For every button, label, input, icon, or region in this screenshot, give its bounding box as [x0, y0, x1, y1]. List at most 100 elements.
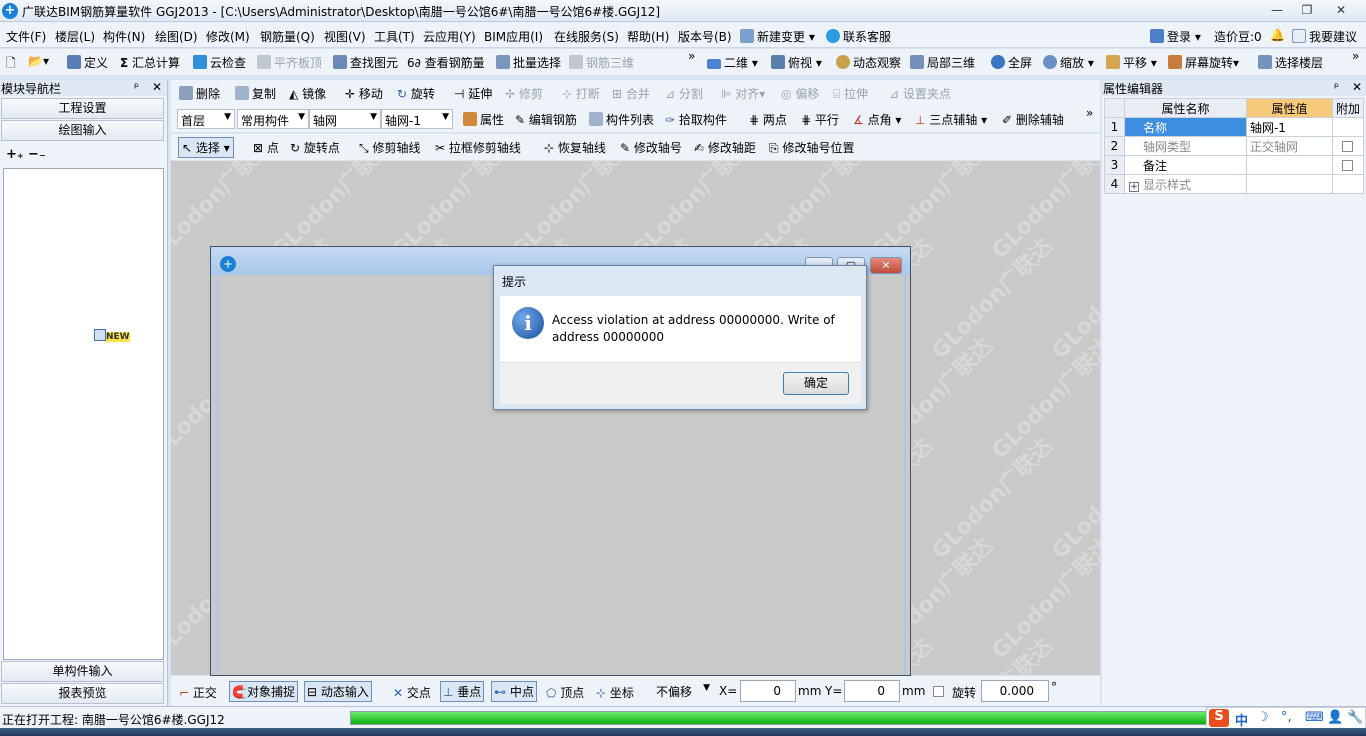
contact-service-button[interactable]: 联系客服	[826, 28, 891, 45]
midpoint-snap[interactable]: ⊷ 中点	[491, 681, 537, 702]
menu-version[interactable]: 版本号(B)	[678, 28, 732, 45]
pin-icon[interactable]: ᵖ	[134, 80, 139, 94]
vertex-snap[interactable]: ⬠ 顶点	[546, 684, 584, 701]
category-select[interactable]: 常用构件 ▼	[237, 109, 309, 129]
merge-button[interactable]: ⊞ 合并	[612, 85, 650, 102]
delete-button[interactable]: 删除	[179, 85, 220, 102]
menu-rebar[interactable]: 钢筋量(Q)	[260, 28, 315, 45]
close-icon[interactable]: ✕	[1352, 80, 1362, 94]
view-2d-dropdown[interactable]: 二维 ▾	[707, 54, 758, 71]
child-close-button[interactable]: ✕	[870, 257, 902, 274]
instance-select[interactable]: 轴网-1 ▼	[381, 109, 453, 129]
parallel-button[interactable]: ⋕ 平行	[801, 111, 839, 128]
x-coordinate-input[interactable]: 0	[740, 680, 796, 702]
rotate-angle-input[interactable]: 0.000	[981, 680, 1049, 702]
moon-icon[interactable]: ☽	[1257, 710, 1269, 725]
menu-help[interactable]: 帮助(H)	[627, 28, 669, 45]
floor-select[interactable]: 首层 ▼	[177, 109, 235, 129]
user-icon[interactable]: 👤	[1327, 710, 1343, 725]
box-trim-axis-button[interactable]: ✂ 拉框修剪轴线	[435, 139, 521, 156]
top-view-dropdown[interactable]: 俯视 ▾	[771, 54, 822, 71]
component-list-button[interactable]: 构件列表	[589, 111, 654, 128]
move-button[interactable]: ✛ 移动	[345, 85, 383, 102]
ime-chinese-mode[interactable]: 中	[1235, 710, 1248, 729]
ok-button[interactable]: 确定	[783, 372, 849, 395]
pin-icon[interactable]: ᵖ	[1334, 80, 1339, 94]
maximize-button[interactable]: ❐	[1294, 1, 1320, 19]
menu-bim[interactable]: BIM应用(I)	[484, 28, 543, 45]
sogou-logo-icon[interactable]: S	[1209, 709, 1229, 727]
property-name[interactable]: 轴网类型	[1123, 136, 1247, 156]
y-coordinate-input[interactable]: 0	[844, 680, 900, 702]
align-dropdown[interactable]: ⊫ 对齐▾	[721, 85, 765, 102]
punctuation-icon[interactable]: °,	[1281, 710, 1292, 725]
menu-online[interactable]: 在线服务(S)	[554, 28, 619, 45]
collapse-all-icon[interactable]: −₋	[28, 147, 46, 162]
offset-mode-select[interactable]: 不偏移 ▼	[652, 680, 714, 700]
cloud-check-button[interactable]: 云检查	[193, 54, 246, 71]
extra-checkbox[interactable]	[1342, 160, 1354, 171]
fullscreen-button[interactable]: 全屏	[991, 54, 1032, 71]
local-3d-button[interactable]: 局部三维	[910, 54, 975, 71]
dynamic-observe-button[interactable]: 动态观察	[836, 54, 901, 71]
trim-axis-button[interactable]: ⤡ 修剪轴线	[359, 139, 420, 156]
mirror-button[interactable]: ◭ 镜像	[289, 85, 326, 102]
offset-button[interactable]: ◎ 偏移	[781, 85, 819, 102]
find-element-button[interactable]: 查找图元	[333, 54, 398, 71]
select-button[interactable]: ↖ 选择 ▾	[178, 137, 234, 158]
rotate-checkbox[interactable]	[933, 686, 944, 697]
perpendicular-snap[interactable]: ⊥ 垂点	[440, 681, 485, 702]
table-row[interactable]: 3 备注	[1104, 155, 1365, 175]
break-button[interactable]: ⊹ 打断	[562, 85, 600, 102]
align-slab-top-button[interactable]: 平齐板顶	[257, 54, 322, 71]
object-snap-toggle[interactable]: 🧲对象捕捉	[229, 681, 298, 702]
overflow-chevron-icon[interactable]: »	[1086, 106, 1093, 120]
restore-axis-button[interactable]: ⊹ 恢复轴线	[544, 139, 606, 156]
split-button[interactable]: ⊿ 分割	[665, 85, 703, 102]
table-row[interactable]: 1 名称 轴网-1	[1104, 117, 1365, 137]
type-select[interactable]: 轴网 ▼	[309, 109, 381, 129]
login-button[interactable]: 登录 ▾	[1150, 28, 1201, 45]
property-name[interactable]: + 显示样式	[1123, 174, 1247, 194]
coordinate-snap[interactable]: ⊹ 坐标	[596, 684, 634, 701]
define-button[interactable]: 定义	[67, 54, 108, 71]
menu-floor[interactable]: 楼层(L)	[55, 28, 95, 45]
select-floor-button[interactable]: 选择楼层	[1258, 54, 1323, 71]
dynamic-input-toggle[interactable]: ⊟ 动态输入	[304, 681, 372, 702]
modify-axis-spacing-button[interactable]: ✍ 修改轴距	[694, 139, 756, 156]
bell-icon[interactable]: 🔔	[1270, 28, 1285, 42]
delete-aux-axis-button[interactable]: ✐ 删除辅轴	[1002, 111, 1064, 128]
report-preview-button[interactable]: 报表预览	[1, 683, 164, 704]
new-change-button[interactable]: 新建变更 ▾	[740, 28, 815, 45]
stretch-button[interactable]: ⌸ 拉伸	[833, 85, 868, 102]
pan-dropdown[interactable]: 平移 ▾	[1106, 54, 1157, 71]
two-points-button[interactable]: ⋕ 两点	[749, 111, 787, 128]
three-point-aux-dropdown[interactable]: ⊥ 三点辅轴 ▾	[915, 111, 987, 128]
point-angle-dropdown[interactable]: ∡ 点角 ▾	[853, 111, 901, 128]
pick-component-button[interactable]: ✑ 拾取构件	[665, 111, 727, 128]
nav-tree[interactable]: NEW	[3, 168, 164, 660]
menu-cloud[interactable]: 云应用(Y)	[423, 28, 476, 45]
new-feature-badge[interactable]: NEW	[94, 329, 130, 342]
zoom-dropdown[interactable]: 缩放 ▾	[1043, 54, 1094, 71]
property-name[interactable]: 备注	[1123, 155, 1247, 175]
suggest-button[interactable]: 我要建议	[1292, 28, 1357, 45]
close-icon[interactable]: ✕	[152, 80, 162, 94]
copy-button[interactable]: 复制	[235, 85, 276, 102]
rotate-point-button[interactable]: ↻ 旋转点	[290, 139, 340, 156]
close-button[interactable]: ✕	[1328, 1, 1354, 19]
view-rebar-qty-button[interactable]: 6∂ 查看钢筋量	[407, 54, 485, 71]
menu-draw[interactable]: 绘图(D)	[155, 28, 198, 45]
wrench-icon[interactable]: 🔧	[1347, 710, 1363, 725]
batch-select-button[interactable]: 批量选择	[496, 54, 561, 71]
menu-file[interactable]: 文件(F)	[6, 28, 46, 45]
extra-checkbox[interactable]	[1342, 141, 1354, 152]
new-file-icon[interactable]: 🗋	[6, 54, 16, 75]
trim-button[interactable]: ✢ 修剪	[505, 85, 543, 102]
modify-axis-number-button[interactable]: ✎ 修改轴号	[620, 139, 682, 156]
rotate-button[interactable]: ↻ 旋转	[397, 85, 435, 102]
table-row[interactable]: 2 轴网类型 正交轴网	[1104, 136, 1365, 156]
point-button[interactable]: ⊠ 点	[253, 139, 279, 156]
table-row[interactable]: 4 + 显示样式	[1104, 174, 1365, 194]
expand-plus-icon[interactable]: +	[1128, 181, 1139, 192]
